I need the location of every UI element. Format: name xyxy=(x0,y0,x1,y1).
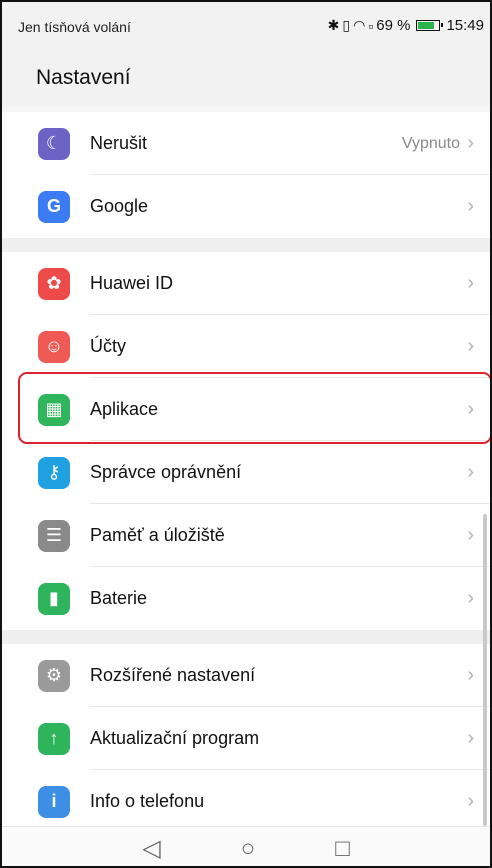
settings-item-value: Vypnuto xyxy=(401,134,460,152)
chevron-right-icon: › xyxy=(467,461,474,483)
settings-item-label: Nerušit xyxy=(90,133,148,153)
settings-item-label: Účty xyxy=(90,336,126,356)
page-title: Nastavení xyxy=(36,66,131,89)
recents-button[interactable]: □ xyxy=(335,836,350,861)
phone-screen: Jen tísňová volání ✱ ▯ ◠ ▫ 69 % 15:49 Na… xyxy=(0,0,492,868)
huawei-icon: ✿ xyxy=(38,267,70,300)
settings-item-label: Rozšířené nastavení xyxy=(90,665,256,685)
battery-percent: 69 % xyxy=(376,17,411,34)
back-button[interactable]: ◁ xyxy=(142,836,160,861)
clock: 15:49 xyxy=(446,17,484,34)
chevron-right-icon: › xyxy=(467,398,474,420)
sim-icon: ▫ xyxy=(368,17,374,34)
settings-item-label: Huawei ID xyxy=(90,273,174,293)
settings-item-google[interactable]: G Google › xyxy=(2,175,490,238)
chevron-right-icon: › xyxy=(467,727,474,749)
settings-item-apps[interactable]: ▦ Aplikace › xyxy=(2,378,490,441)
storage-icon: ☰ xyxy=(38,519,70,552)
battery-setting-icon: ▮ xyxy=(38,582,70,615)
google-icon: G xyxy=(38,190,70,223)
chevron-right-icon: › xyxy=(467,524,474,546)
settings-item-label: Správce oprávnění xyxy=(90,462,242,482)
settings-item-storage[interactable]: ☰ Paměť a úložiště › xyxy=(2,504,490,567)
settings-item-key[interactable]: ⚷ Správce oprávnění › xyxy=(2,441,490,504)
group-separator xyxy=(2,238,490,252)
settings-item-huawei[interactable]: ✿ Huawei ID › xyxy=(2,252,490,315)
settings-item-label: Baterie xyxy=(90,588,148,608)
home-button[interactable]: ○ xyxy=(241,836,256,861)
settings-item-advanced-settings[interactable]: ⚙ Rozšířené nastavení › xyxy=(2,644,490,707)
group-separator xyxy=(2,630,490,644)
advanced-settings-icon: ⚙ xyxy=(38,659,70,692)
key-icon: ⚷ xyxy=(38,456,70,489)
settings-group: ⚙ Rozšířené nastavení › ↑ Aktualizační progr… xyxy=(2,644,490,833)
settings-item-update[interactable]: ↑ Aktualizační program › xyxy=(2,707,490,770)
status-bar: Jen tísňová volání ✱ ▯ ◠ ▫ 69 % 15:49 xyxy=(2,2,490,42)
status-icons: ✱ ▯ ◠ ▫ 69 % 15:49 xyxy=(328,17,484,34)
settings-item-label: Aplikace xyxy=(90,399,159,419)
settings-item-moon[interactable]: ☾ Nerušit Vypnuto › xyxy=(2,112,490,175)
chevron-right-icon: › xyxy=(467,664,474,686)
settings-item-label: Info o telefonu xyxy=(90,791,205,811)
wifi-icon: ◠ xyxy=(353,17,366,33)
settings-group: ✿ Huawei ID › ☺ Účty › ▦ Aplikace › ⚷ Správce oprá… xyxy=(2,252,490,630)
scrollbar[interactable] xyxy=(483,514,487,826)
info-icon: i xyxy=(38,785,70,818)
settings-item-label: Paměť a úložiště xyxy=(90,525,225,545)
update-icon: ↑ xyxy=(38,722,70,755)
apps-icon: ▦ xyxy=(38,393,70,426)
chevron-right-icon: › xyxy=(467,195,474,217)
chevron-right-icon: › xyxy=(467,132,474,154)
settings-item-label: Aktualizační program xyxy=(90,728,260,748)
app-bar: Nastavení xyxy=(2,42,490,106)
chevron-right-icon: › xyxy=(467,335,474,357)
chevron-right-icon: › xyxy=(467,587,474,609)
moon-icon: ☾ xyxy=(38,127,70,160)
chevron-right-icon: › xyxy=(467,272,474,294)
settings-list: ☾ Nerušit Vypnuto › G Google › ✿ Huawei ID › ☺ Účty… xyxy=(2,112,490,833)
carrier-text: Jen tísňová volání xyxy=(18,19,131,35)
settings-item-account[interactable]: ☺ Účty › xyxy=(2,315,490,378)
settings-group: ☾ Nerušit Vypnuto › G Google › xyxy=(2,112,490,238)
navigation-bar: ◁ ○ □ xyxy=(2,826,490,866)
bluetooth-icon: ✱ xyxy=(327,17,340,33)
settings-item-info[interactable]: i Info o telefonu › xyxy=(2,770,490,833)
account-icon: ☺ xyxy=(38,330,70,363)
settings-item-label: Google xyxy=(90,196,149,216)
vibrate-icon: ▯ xyxy=(342,17,351,33)
battery-icon xyxy=(416,20,444,31)
chevron-right-icon: › xyxy=(467,790,474,812)
settings-item-battery-setting[interactable]: ▮ Baterie › xyxy=(2,567,490,630)
